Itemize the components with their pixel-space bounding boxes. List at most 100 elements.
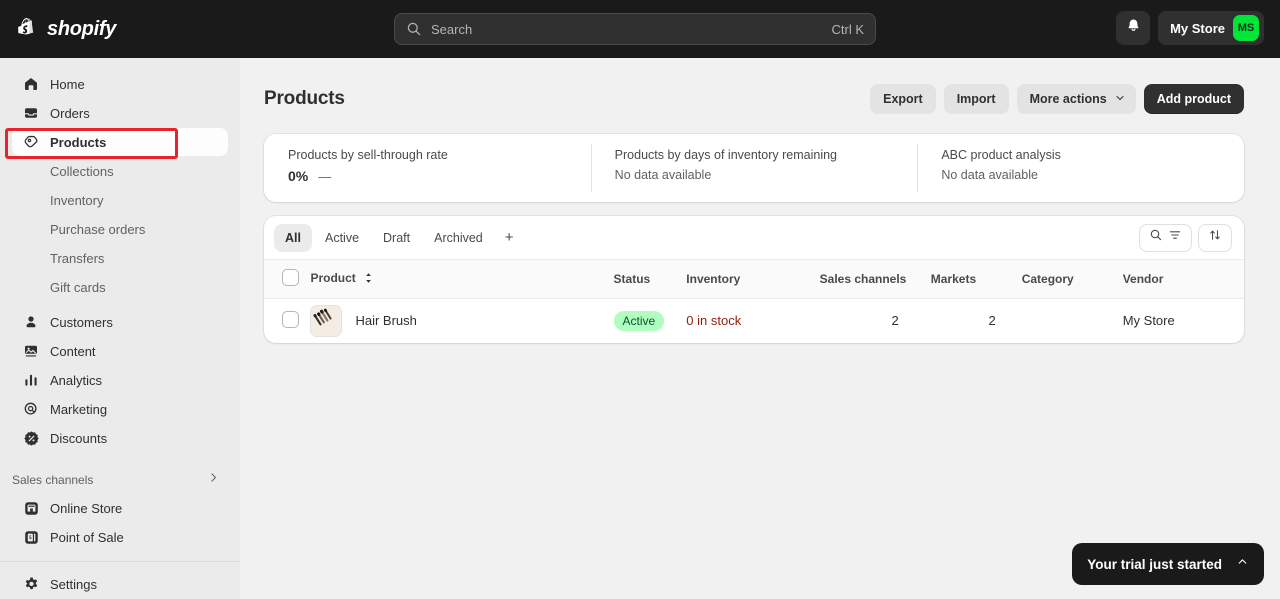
trial-toast[interactable]: Your trial just started: [1072, 543, 1264, 585]
sidebar-item-content[interactable]: Content: [12, 337, 228, 365]
search-placeholder: Search: [431, 21, 473, 37]
metric-abc-product-analysis[interactable]: ABC product analysis No data available: [917, 134, 1244, 202]
category-cell: [1022, 299, 1123, 343]
markets-cell: 2: [988, 313, 996, 329]
sidebar-item-orders[interactable]: Orders: [12, 99, 228, 127]
column-header-category: Category: [1021, 260, 1123, 299]
column-header-inventory: Inventory: [686, 260, 820, 299]
chevron-right-icon[interactable]: [207, 471, 220, 489]
sidebar-item-settings[interactable]: Settings: [12, 570, 228, 598]
sort-caret-icon[interactable]: [363, 272, 374, 287]
sidebar-subitem-purchase-orders[interactable]: Purchase orders: [12, 215, 228, 243]
search-and-filter-button[interactable]: [1139, 223, 1192, 252]
row-checkbox[interactable]: [282, 310, 299, 328]
sidebar-item-point-of-sale[interactable]: $ Point of Sale: [12, 523, 228, 551]
sales-channels-cell: 2: [891, 313, 899, 329]
column-header-vendor: Vendor: [1122, 260, 1244, 299]
table-header-row: Product Status Inventory Sales channels …: [264, 260, 1244, 299]
tabs: All Active Draft Archived +: [274, 223, 523, 252]
sidebar-item-label: Orders: [50, 105, 90, 121]
home-icon: [22, 75, 40, 93]
point-of-sale-icon: $: [22, 528, 40, 546]
column-header-status: Status: [613, 260, 687, 299]
sidebar-item-home[interactable]: Home: [12, 70, 228, 98]
person-icon: [22, 313, 40, 331]
sidebar-subitem-label: Gift cards: [50, 279, 106, 295]
top-bar: shopify Search Ctrl K My Store MS: [0, 0, 1280, 58]
sidebar-item-label: Settings: [50, 576, 97, 592]
sidebar-item-label: Customers: [50, 314, 113, 330]
product-tag-icon: [22, 133, 40, 151]
row-select-cell: [264, 299, 310, 343]
store-name: My Store: [1170, 20, 1225, 36]
page-actions: Export Import More actions Add product: [870, 84, 1244, 114]
metric-sell-through-rate[interactable]: Products by sell-through rate 0% —: [264, 134, 591, 202]
tab-draft[interactable]: Draft: [372, 224, 421, 252]
sidebar-subitem-collections[interactable]: Collections: [12, 157, 228, 185]
avatar: MS: [1233, 15, 1259, 41]
sidebar-item-analytics[interactable]: Analytics: [12, 366, 228, 394]
sidebar-item-products[interactable]: Products: [12, 128, 228, 156]
add-product-button[interactable]: Add product: [1143, 84, 1244, 114]
table-head: Product Status Inventory Sales channels …: [264, 260, 1244, 299]
top-bar-right: My Store MS: [1116, 11, 1264, 45]
trial-toast-text: Your trial just started: [1087, 556, 1222, 572]
sidebar-subitem-gift-cards[interactable]: Gift cards: [12, 273, 228, 301]
sidebar-item-online-store[interactable]: Online Store: [12, 494, 228, 522]
sidebar-item-label: Analytics: [50, 372, 103, 388]
store-switcher-button[interactable]: My Store MS: [1158, 11, 1264, 45]
sort-button[interactable]: [1198, 223, 1232, 252]
global-search-input[interactable]: Search Ctrl K: [394, 13, 876, 45]
column-header-sales-channels: Sales channels: [819, 260, 931, 299]
column-header-product[interactable]: Product: [310, 260, 614, 299]
sidebar-subitem-transfers[interactable]: Transfers: [12, 244, 228, 272]
status-cell: Active: [613, 299, 687, 343]
sidebar: Home Orders Products Collections Invento…: [0, 58, 240, 599]
table-row[interactable]: Hair Brush Active 0 in stock 2 2 My Stor…: [264, 299, 1244, 343]
sidebar-item-label: Content: [50, 343, 96, 359]
tab-all[interactable]: All: [274, 223, 312, 252]
gear-icon: [22, 575, 40, 593]
sidebar-item-customers[interactable]: Customers: [12, 308, 228, 336]
vendor-cell: My Store: [1122, 313, 1175, 329]
select-all-checkbox[interactable]: [282, 269, 299, 286]
bell-icon: [1125, 17, 1142, 39]
table-body: Hair Brush Active 0 in stock 2 2 My Stor…: [264, 299, 1244, 343]
status-badge: Active: [613, 310, 665, 331]
tab-active[interactable]: Active: [314, 224, 370, 252]
metric-empty-text: No data available: [614, 168, 712, 182]
import-button[interactable]: Import: [943, 84, 1009, 114]
select-all-header: [264, 260, 311, 299]
export-button[interactable]: Export: [870, 84, 936, 114]
search-shortcut: Ctrl K: [831, 21, 865, 37]
sidebar-item-discounts[interactable]: Discounts: [12, 424, 228, 452]
chevron-up-icon[interactable]: [1236, 555, 1249, 573]
sidebar-subitem-label: Transfers: [50, 250, 105, 266]
svg-text:$: $: [28, 535, 32, 541]
sidebar-item-label: Discounts: [50, 430, 108, 446]
more-actions-button[interactable]: More actions: [1016, 84, 1136, 114]
metric-days-of-inventory[interactable]: Products by days of inventory remaining …: [590, 134, 918, 202]
metric-empty-text: No data available: [941, 168, 1038, 182]
shopify-brand[interactable]: shopify: [18, 18, 116, 41]
sidebar-section-sales-channels[interactable]: Sales channels: [12, 468, 228, 492]
notifications-button[interactable]: [1116, 11, 1151, 45]
column-header-markets: Markets: [930, 260, 1022, 299]
page-header: Products Export Import More actions Add …: [240, 58, 1280, 114]
table-tools: [1139, 223, 1232, 252]
sidebar-item-label: Marketing: [50, 401, 108, 417]
sidebar-subitem-label: Purchase orders: [50, 221, 146, 237]
sidebar-item-label: Home: [50, 76, 85, 92]
tab-archived[interactable]: Archived: [423, 224, 494, 252]
add-tab-button[interactable]: +: [496, 224, 523, 252]
metric-label: Products by days of inventory remaining: [614, 148, 838, 162]
search-icon: [1149, 228, 1163, 247]
bar-chart-icon: [22, 371, 40, 389]
sidebar-item-marketing[interactable]: Marketing: [12, 395, 228, 423]
sidebar-subitem-inventory[interactable]: Inventory: [12, 186, 228, 214]
product-cell[interactable]: Hair Brush: [310, 299, 613, 343]
sidebar-subitem-label: Collections: [50, 163, 114, 179]
sidebar-subitem-label: Inventory: [50, 192, 104, 208]
sidebar-item-label: Products: [50, 134, 107, 150]
metric-delta: —: [318, 169, 332, 184]
